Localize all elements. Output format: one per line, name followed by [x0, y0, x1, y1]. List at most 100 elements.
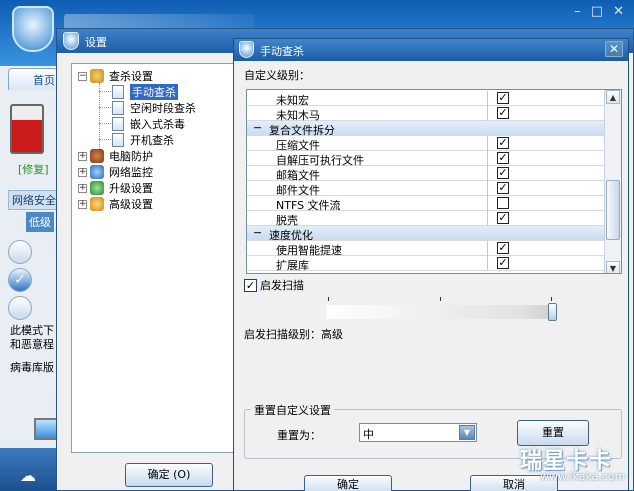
scroll-up-icon[interactable]: ▲	[606, 90, 620, 104]
tree-item-pc-protection[interactable]: + 电脑防护	[78, 148, 153, 164]
slider-tick	[440, 297, 441, 301]
ok-button[interactable]: 确定	[304, 475, 392, 491]
slider-track[interactable]	[326, 305, 554, 319]
expand-icon[interactable]: +	[78, 199, 87, 209]
grid-item-row: 扩展库 ✓	[247, 256, 604, 272]
heuristic-checkbox[interactable]: ✓	[244, 278, 257, 292]
grid-row-label: 扩展库	[276, 259, 309, 272]
manual-scan-dialog: 手动查杀 ✕ 自定义级别： 未知宏 ✓ 未知木马 ✓ − 复合文件拆分 压缩文件 ✓ 自解压可执…	[233, 38, 629, 491]
manual-scan-titlebar: 手动查杀 ✕	[234, 39, 628, 61]
slider-tick	[328, 297, 329, 301]
tree-label: 高级设置	[109, 198, 153, 211]
fix-link[interactable]: [修复]	[18, 161, 49, 177]
cloud-icon: ☁	[20, 466, 36, 485]
column-divider	[487, 256, 488, 271]
tree-label: 空闲时段查杀	[130, 102, 196, 115]
expand-icon[interactable]: +	[78, 167, 87, 177]
page-icon	[112, 133, 124, 147]
option-checkbox[interactable]: ✓	[497, 167, 509, 179]
shield-logo-icon	[12, 6, 54, 52]
option-checkbox[interactable]: ✓	[497, 92, 509, 104]
scroll-down-icon[interactable]: ▼	[606, 261, 620, 273]
settings-ok-button[interactable]: 确定 (O)	[125, 463, 213, 487]
close-icon[interactable]: ✕	[613, 4, 624, 19]
expand-icon[interactable]: +	[78, 183, 87, 193]
tree-item-scan-settings[interactable]: − 查杀设置	[78, 68, 153, 84]
tree-item-manual-scan[interactable]: 手动查杀	[112, 84, 178, 100]
grid-item-row: 邮箱文件 ✓	[247, 166, 604, 182]
heuristic-level-slider[interactable]	[326, 297, 558, 321]
option-checkbox[interactable]: ✓	[497, 182, 509, 194]
grid-item-row: NTFS 文件流	[247, 196, 604, 212]
glove-icon	[90, 149, 104, 163]
reset-to-label: 重置为：	[277, 429, 321, 442]
maximize-icon[interactable]: □	[591, 4, 603, 19]
heuristic-label: 启发扫描	[260, 279, 304, 292]
tree-label: 电脑防护	[109, 150, 153, 163]
option-checkbox[interactable]: ✓	[497, 137, 509, 149]
option-checkbox[interactable]: ✓	[497, 212, 509, 224]
column-divider	[487, 136, 488, 151]
column-divider	[487, 91, 488, 106]
watermark-url: www.ikaka.com	[540, 470, 626, 483]
virus-db-version: 病毒库版	[10, 361, 54, 374]
tree-label: 网络监控	[109, 166, 153, 179]
tree-item-network-monitor[interactable]: + 网络监控	[78, 164, 153, 180]
tree-item-upgrade-settings[interactable]: + 升级设置	[78, 180, 153, 196]
network-security-label: 网络安全	[8, 190, 60, 210]
grid-item-row: 脱壳 ✓	[247, 211, 604, 227]
minimize-icon[interactable]: –	[574, 4, 581, 19]
chevron-down-icon[interactable]: ▼	[459, 425, 475, 440]
tree-connector	[99, 123, 111, 124]
collapse-icon[interactable]: −	[78, 71, 87, 81]
tree-item-embedded-scan[interactable]: 嵌入式杀毒	[112, 116, 185, 132]
slider-tick	[551, 297, 552, 301]
grid-scrollbar[interactable]: ▲ ▼	[604, 90, 621, 273]
upgrade-icon	[90, 181, 104, 195]
heuristic-level-text: 启发扫描级别：高级	[244, 328, 343, 341]
check-icon[interactable]: ✓	[8, 268, 32, 292]
level-knob-icon[interactable]	[8, 240, 32, 264]
reset-group-title: 重置自定义设置	[251, 402, 334, 418]
tree-item-advanced-settings[interactable]: + 高级设置	[78, 196, 153, 212]
tree-label: 升级设置	[109, 182, 153, 195]
custom-level-label: 自定义级别：	[244, 69, 310, 82]
level-knob-icon[interactable]	[8, 296, 32, 320]
tree-label: 手动查杀	[130, 84, 178, 100]
column-divider	[487, 196, 488, 211]
option-checkbox[interactable]: ✓	[497, 257, 509, 269]
tree-label: 嵌入式杀毒	[130, 118, 185, 131]
tree-connector	[99, 107, 111, 108]
column-divider	[487, 241, 488, 256]
column-divider	[487, 211, 488, 226]
collapse-icon[interactable]: −	[253, 121, 262, 134]
tree-item-boot-scan[interactable]: 开机查杀	[112, 132, 174, 148]
tree-item-idle-scan[interactable]: 空闲时段查杀	[112, 100, 196, 116]
grid-item-row: 未知木马 ✓	[247, 106, 604, 122]
collapse-icon[interactable]: −	[253, 226, 262, 239]
tree-connector	[99, 139, 111, 140]
settings-tree: − 查杀设置 手动查杀 空闲时段查杀 嵌入式杀毒 开机查杀 + 电脑防护 + 网…	[71, 63, 235, 453]
expand-icon[interactable]: +	[78, 151, 87, 161]
grid-group-row[interactable]: − 速度优化	[247, 226, 604, 242]
battery-status-icon	[10, 104, 44, 154]
option-checkbox[interactable]: ✓	[497, 107, 509, 119]
heuristic-scan-option[interactable]: ✓ 启发扫描	[244, 277, 304, 293]
close-icon[interactable]: ✕	[605, 41, 623, 57]
settings-title: 设置	[85, 36, 107, 49]
column-divider	[487, 151, 488, 166]
reset-level-select[interactable]: 中 ▼	[359, 423, 477, 442]
grid-item-row: 邮件文件 ✓	[247, 181, 604, 197]
option-checkbox[interactable]: ✓	[497, 152, 509, 164]
slider-thumb[interactable]	[548, 303, 557, 321]
page-icon	[112, 85, 124, 99]
scroll-thumb[interactable]	[606, 180, 620, 240]
option-checkbox[interactable]: ✓	[497, 242, 509, 254]
grid-item-row: 使用智能提速 ✓	[247, 241, 604, 257]
tree-connector	[99, 91, 111, 92]
grid-group-row[interactable]: − 复合文件拆分	[247, 121, 604, 137]
page-icon	[112, 117, 124, 131]
option-checkbox[interactable]	[497, 197, 509, 209]
tab-home[interactable]: 首页	[8, 68, 58, 90]
network-icon	[90, 165, 104, 179]
